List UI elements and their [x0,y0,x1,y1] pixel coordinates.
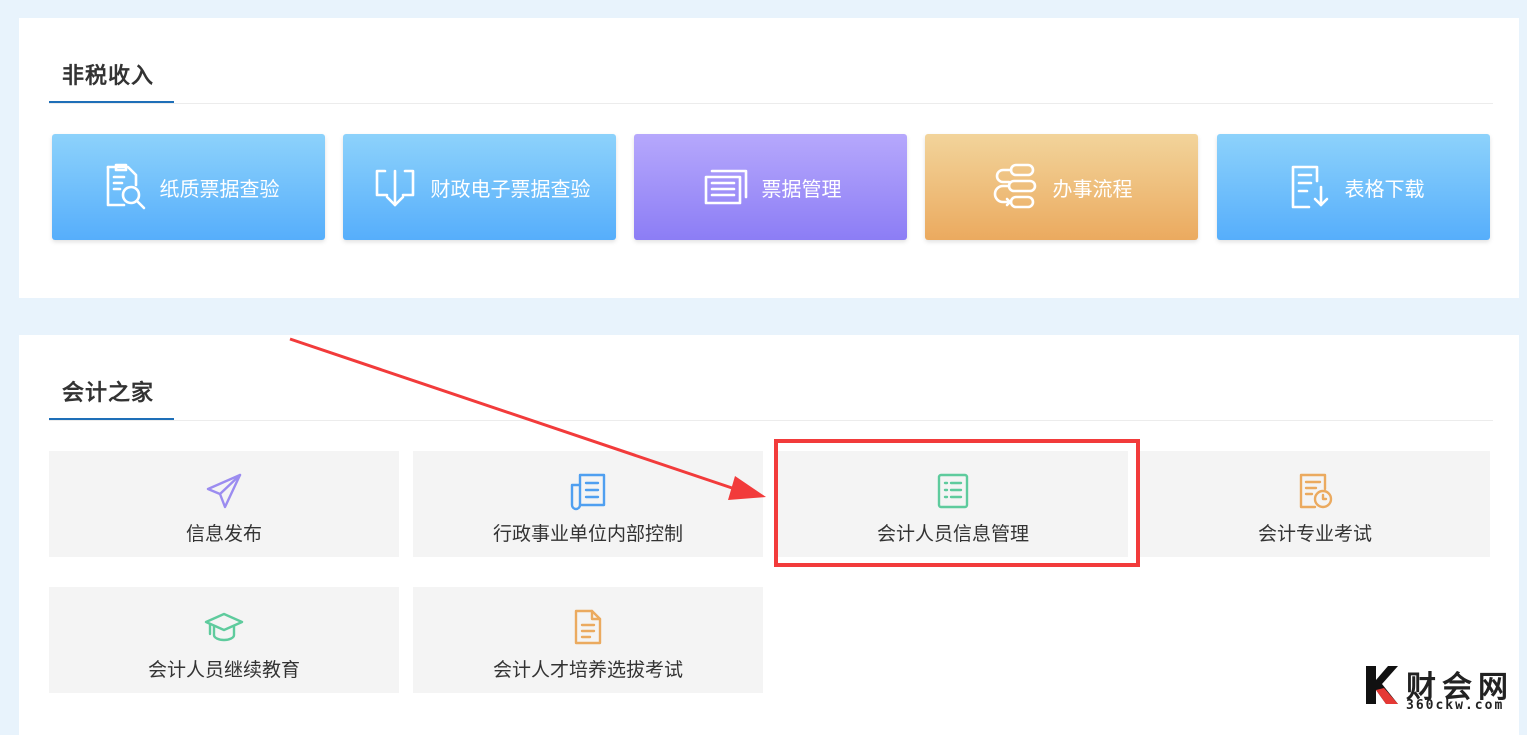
watermark-url: 360ckw.com [1406,698,1505,713]
annotation-arrow [289,337,766,500]
logo-k-icon [1366,666,1398,704]
watermark-logo: 财会网 360ckw.com [1362,662,1522,722]
